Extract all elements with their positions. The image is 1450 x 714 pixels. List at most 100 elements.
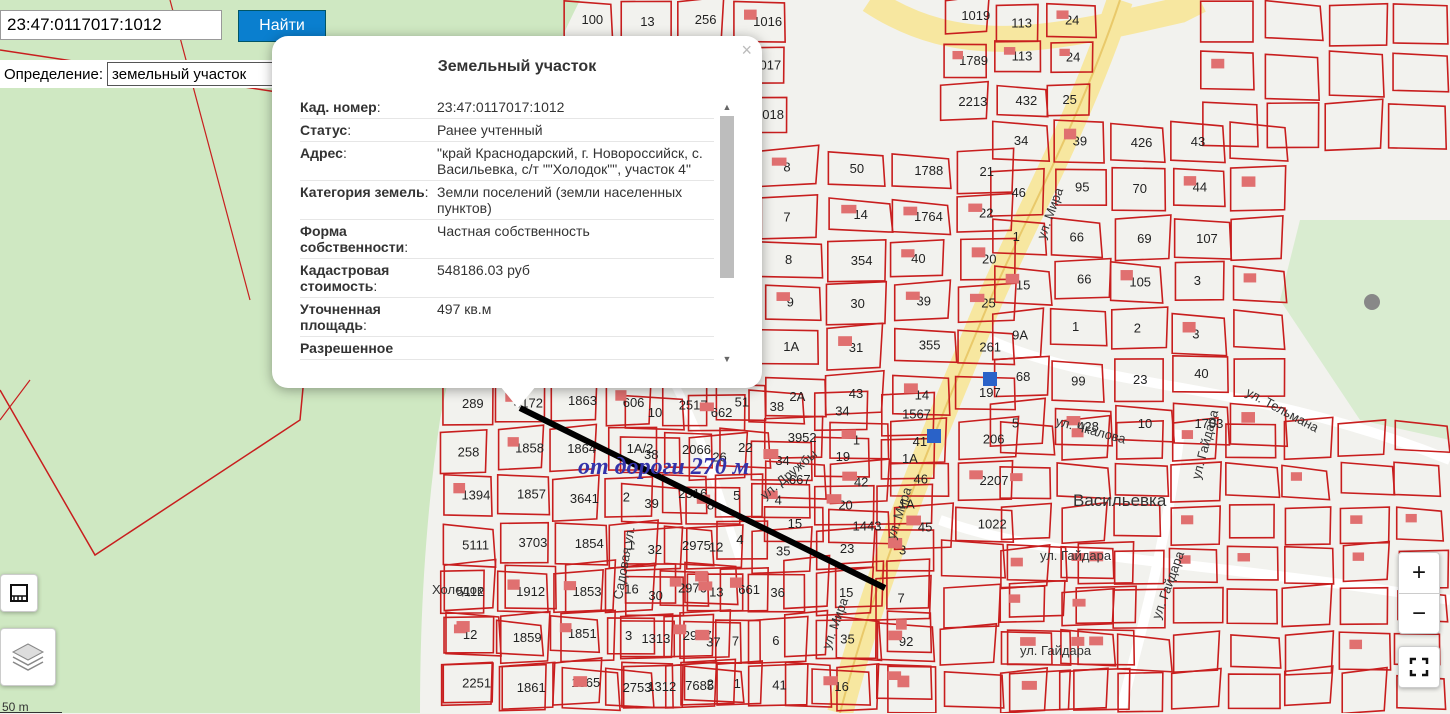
definition-label: Определение:	[4, 65, 104, 83]
plot-number: 1	[1072, 319, 1079, 334]
land-parcel[interactable]	[1395, 506, 1445, 542]
land-parcel[interactable]	[1172, 630, 1221, 674]
plot-number: 10	[648, 405, 662, 420]
land-parcel[interactable]	[1281, 464, 1331, 501]
fullscreen-button[interactable]	[1398, 646, 1440, 688]
land-parcel[interactable]	[1342, 540, 1391, 583]
scrollbar-thumb[interactable]	[720, 116, 734, 278]
land-parcel[interactable]	[1233, 309, 1286, 351]
scroll-down-icon[interactable]: ▼	[722, 354, 732, 364]
land-parcel[interactable]	[1199, 50, 1255, 91]
building	[669, 577, 682, 587]
bus-stop-icon[interactable]	[927, 429, 941, 443]
land-parcel[interactable]	[783, 554, 831, 610]
plot-number: 197	[979, 385, 1001, 400]
land-parcel[interactable]	[1264, 0, 1324, 42]
land-parcel[interactable]	[1230, 634, 1282, 669]
land-parcel[interactable]	[1232, 265, 1288, 304]
land-parcel[interactable]	[1264, 53, 1321, 102]
popup-scrollbar[interactable]: ▲ ▼	[718, 98, 736, 368]
land-parcel[interactable]	[1170, 667, 1222, 710]
building	[573, 676, 588, 687]
ruler-button[interactable]	[0, 574, 38, 612]
plot-number: 2	[1134, 321, 1141, 336]
land-parcel[interactable]	[1392, 3, 1449, 45]
land-parcel[interactable]	[1387, 103, 1448, 150]
building	[1120, 270, 1133, 281]
street-label: Васильевка	[1073, 491, 1167, 510]
land-parcel[interactable]	[1058, 667, 1109, 711]
plot-number: 2975	[682, 538, 711, 553]
land-parcel[interactable]	[1199, 0, 1254, 43]
land-parcel[interactable]	[999, 667, 1049, 713]
plot-number: 432	[1016, 93, 1038, 108]
monument-icon[interactable]	[1364, 294, 1380, 310]
plot-number: 41	[913, 434, 927, 449]
cadastral-search-input[interactable]	[0, 10, 222, 40]
land-parcel[interactable]	[1281, 582, 1333, 628]
land-parcel[interactable]	[1392, 52, 1450, 93]
land-parcel[interactable]	[1172, 586, 1224, 624]
land-parcel[interactable]	[1170, 505, 1222, 546]
land-parcel[interactable]	[1008, 669, 1072, 713]
plot-number: 30	[648, 588, 662, 603]
building	[888, 630, 903, 641]
land-parcel[interactable]	[1339, 506, 1391, 545]
building	[559, 623, 572, 633]
land-parcel[interactable]	[1226, 588, 1278, 625]
land-parcel[interactable]	[1341, 666, 1388, 713]
building	[507, 579, 520, 590]
plot-number: 99	[1071, 374, 1085, 389]
land-parcel[interactable]	[1116, 633, 1173, 673]
land-parcel[interactable]	[939, 622, 998, 666]
land-parcel[interactable]	[1227, 673, 1281, 710]
building	[763, 449, 779, 459]
building	[842, 471, 858, 481]
building	[453, 482, 466, 494]
land-parcel[interactable]	[1283, 665, 1334, 707]
bus-stop-icon[interactable]	[983, 372, 997, 386]
plot-number: 13	[640, 14, 654, 29]
land-parcel[interactable]	[1266, 101, 1320, 149]
building	[1237, 553, 1251, 562]
plot-number: 23	[840, 541, 854, 556]
plot-number: 426	[1131, 135, 1153, 150]
plot-number: 7	[898, 591, 905, 606]
land-parcel[interactable]	[943, 670, 1005, 709]
info-key: Кад. номер:	[300, 99, 381, 115]
plot-number: 1859	[513, 630, 542, 645]
land-parcel[interactable]	[1230, 214, 1284, 262]
zoom-in-button[interactable]: +	[1399, 553, 1439, 593]
land-parcel[interactable]	[1284, 506, 1332, 546]
land-parcel[interactable]	[1225, 461, 1281, 499]
close-icon[interactable]: ×	[741, 40, 752, 61]
land-parcel[interactable]	[1228, 503, 1275, 539]
zoom-out-button[interactable]: −	[1399, 593, 1439, 634]
plot-number: 354	[851, 253, 873, 268]
building	[952, 50, 963, 60]
land-parcel[interactable]	[1000, 502, 1053, 541]
info-key: Разрешенное	[300, 340, 394, 356]
land-parcel[interactable]	[999, 420, 1056, 456]
land-parcel[interactable]	[1393, 461, 1442, 498]
land-parcel[interactable]	[1338, 631, 1392, 671]
land-parcel[interactable]	[943, 583, 1002, 629]
land-parcel[interactable]	[1061, 587, 1116, 627]
land-parcel[interactable]	[1340, 461, 1396, 496]
building	[1010, 557, 1023, 567]
layers-button[interactable]	[0, 628, 56, 686]
definition-selected-value: земельный участок	[112, 65, 247, 83]
land-parcel[interactable]	[1229, 121, 1289, 162]
info-row: Кад. номер: 23:47:0117017:1012	[300, 96, 714, 119]
plot-number: 1861	[517, 680, 546, 695]
land-parcel[interactable]	[1328, 2, 1389, 47]
street-label: ул. Гайдара	[1020, 643, 1092, 658]
land-parcel[interactable]	[1229, 165, 1287, 212]
land-parcel[interactable]	[1225, 423, 1277, 459]
land-parcel[interactable]	[1324, 98, 1384, 152]
info-row: Разрешенное	[300, 337, 714, 360]
scroll-up-icon[interactable]: ▲	[722, 102, 732, 112]
plot-number: 40	[1194, 366, 1208, 381]
plot-number: 32	[648, 542, 662, 557]
land-parcel[interactable]	[1328, 50, 1385, 98]
